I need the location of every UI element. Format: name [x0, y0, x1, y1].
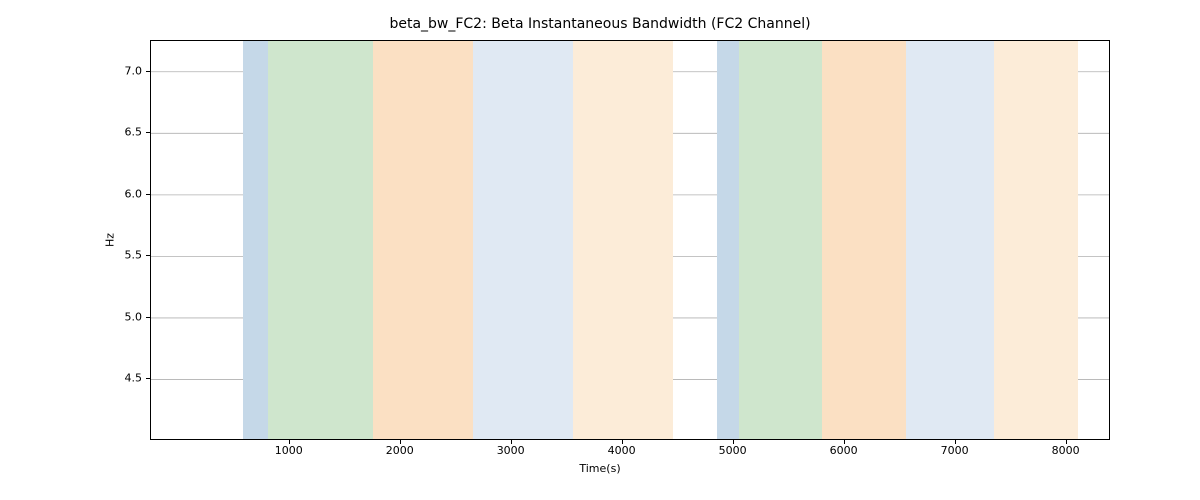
ytick-label: 6.5	[125, 126, 143, 139]
ytick-label: 5.0	[125, 310, 143, 323]
shaded-band	[994, 41, 1077, 439]
xtick-label: 6000	[830, 444, 858, 457]
ytick-mark	[146, 317, 150, 318]
shaded-band	[573, 41, 673, 439]
shaded-band	[717, 41, 739, 439]
ytick-mark	[146, 194, 150, 195]
xtick-label: 8000	[1052, 444, 1080, 457]
x-axis-label: Time(s)	[0, 462, 1200, 475]
plot-area	[150, 40, 1110, 440]
xtick-label: 5000	[719, 444, 747, 457]
xtick-label: 2000	[386, 444, 414, 457]
xtick-label: 7000	[941, 444, 969, 457]
figure: beta_bw_FC2: Beta Instantaneous Bandwidt…	[0, 0, 1200, 500]
ytick-mark	[146, 255, 150, 256]
shaded-band	[739, 41, 822, 439]
xtick-label: 1000	[275, 444, 303, 457]
chart-title: beta_bw_FC2: Beta Instantaneous Bandwidt…	[0, 16, 1200, 32]
y-axis-label: Hz	[104, 233, 117, 247]
xtick-label: 3000	[497, 444, 525, 457]
ytick-mark	[146, 71, 150, 72]
shaded-band	[473, 41, 573, 439]
ytick-mark	[146, 378, 150, 379]
ytick-mark	[146, 132, 150, 133]
ytick-label: 7.0	[125, 64, 143, 77]
shaded-band	[373, 41, 473, 439]
shaded-band	[243, 41, 267, 439]
shaded-band	[822, 41, 905, 439]
shaded-band	[268, 41, 373, 439]
ytick-label: 6.0	[125, 187, 143, 200]
shaded-band	[906, 41, 995, 439]
xtick-label: 4000	[608, 444, 636, 457]
ytick-label: 5.5	[125, 249, 143, 262]
ytick-label: 4.5	[125, 372, 143, 385]
